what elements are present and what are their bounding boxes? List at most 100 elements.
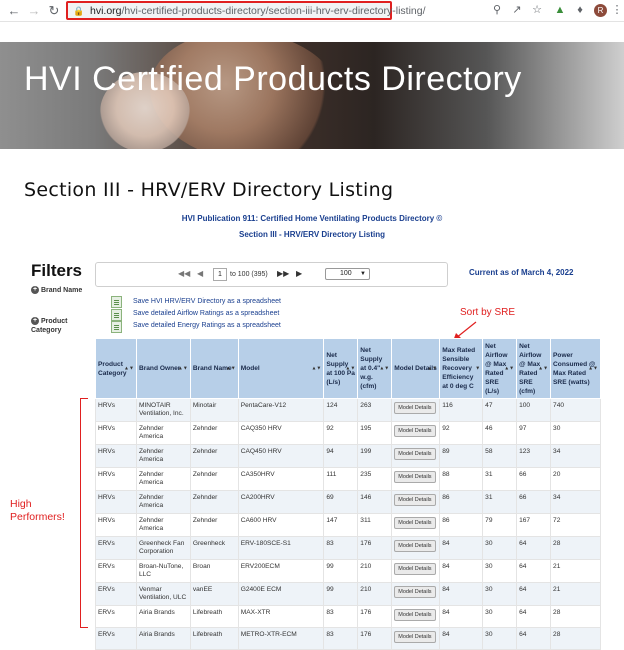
- page-size-select[interactable]: 100 ▼: [325, 268, 370, 280]
- model-details-button[interactable]: Model Details: [394, 563, 436, 575]
- table-cell: Zehnder: [189, 444, 239, 468]
- forward-icon[interactable]: →: [26, 3, 42, 19]
- table-cell: Greenheck: [189, 536, 239, 560]
- table-cell: ERVs: [95, 605, 137, 628]
- next-page-icon[interactable]: ▶▶: [277, 269, 289, 278]
- table-cell: 311: [357, 513, 393, 537]
- table-cell: ERV200ECM: [237, 559, 325, 583]
- col-header[interactable]: Net Airflow @ Max Rated SRE (L/s) ▲▼: [482, 338, 518, 399]
- back-icon[interactable]: ←: [6, 3, 22, 19]
- table-cell: 199: [357, 444, 393, 468]
- table-cell: HRVs: [95, 398, 137, 422]
- first-page-icon[interactable]: ◀◀: [178, 269, 190, 278]
- table-cell: 210: [357, 559, 393, 583]
- table-cell: 28: [550, 605, 601, 628]
- download-energy-link[interactable]: Save detailed Energy Ratings as a spread…: [133, 322, 281, 329]
- table-cell: ERVs: [95, 536, 137, 560]
- col-header[interactable]: Power Consumed @ Max Rated SRE (watts) ▲▼: [550, 338, 601, 399]
- banner-title: HVI Certified Products Directory: [24, 60, 522, 98]
- table-cell: HRVs: [95, 421, 137, 445]
- model-details-cell: Model Details: [391, 490, 441, 514]
- table-cell: MAX-XTR: [237, 605, 325, 628]
- sort-icon: ▲▼: [379, 365, 390, 371]
- table-cell: vanEE: [189, 582, 239, 606]
- zoom-icon[interactable]: ⚲: [490, 3, 504, 17]
- table-cell: 111: [323, 467, 359, 491]
- page-number-input[interactable]: 1: [213, 268, 227, 281]
- model-details-cell: Model Details: [391, 421, 441, 445]
- browser-toolbar: ← → ↻ 🔒 hvi.org/hvi-certified-products-d…: [0, 0, 624, 22]
- share-icon[interactable]: ↗: [510, 3, 524, 17]
- table-cell: 34: [550, 444, 601, 468]
- table-cell: Venmar Ventilation, ULC: [135, 582, 191, 606]
- table-cell: Minotair: [189, 398, 239, 422]
- table-cell: 47: [482, 398, 518, 422]
- prev-page-icon[interactable]: ◀: [197, 269, 203, 278]
- expand-icon: +: [31, 317, 39, 326]
- address-bar[interactable]: 🔒 hvi.org/hvi-certified-products-directo…: [66, 1, 426, 20]
- table-cell: 20: [550, 467, 601, 491]
- table-cell: Zehnder America: [135, 490, 191, 514]
- page-range-text: to 100 (395): [230, 271, 268, 278]
- col-header[interactable]: Model ▲▼: [237, 338, 325, 399]
- model-details-button[interactable]: Model Details: [394, 494, 436, 506]
- model-details-cell: Model Details: [391, 513, 441, 537]
- model-details-button[interactable]: Model Details: [394, 425, 436, 437]
- table-cell: 86: [439, 513, 484, 537]
- last-page-icon[interactable]: ▶: [296, 269, 302, 278]
- high-performers-annotation: High Performers!: [10, 498, 65, 523]
- filters-heading: Filters: [31, 261, 83, 280]
- table-cell: 64: [516, 536, 552, 560]
- sort-icon: ▼: [475, 365, 481, 371]
- col-header[interactable]: Product Category ▲▼: [95, 338, 137, 399]
- table-cell: Lifebreath: [189, 627, 239, 650]
- extensions-icon[interactable]: ♦: [573, 3, 587, 17]
- sort-by-sre-annotation: Sort by SRE: [460, 307, 516, 318]
- high-performers-bracket: [80, 398, 88, 628]
- table-cell: 84: [439, 582, 484, 606]
- table-cell: ERV-180SCE-S1: [237, 536, 325, 560]
- download-directory-link[interactable]: Save HVI HRV/ERV Directory as a spreadsh…: [133, 298, 281, 305]
- table-cell: 89: [439, 444, 484, 468]
- table-cell: 146: [357, 490, 393, 514]
- table-cell: 176: [357, 627, 393, 650]
- model-details-button[interactable]: Model Details: [394, 471, 436, 483]
- table-cell: 167: [516, 513, 552, 537]
- model-details-button[interactable]: Model Details: [394, 448, 436, 460]
- publication-link[interactable]: HVI Publication 911: Certified Home Vent…: [0, 214, 624, 223]
- download-airflow-link[interactable]: Save detailed Airflow Ratings as a sprea…: [133, 310, 279, 317]
- model-details-button[interactable]: Model Details: [394, 540, 436, 552]
- sort-icon: ▲▼: [225, 365, 236, 371]
- table-row: HRVs Zehnder America Zehnder CA600 HRV 147 31…: [95, 513, 601, 537]
- table-cell: Zehnder: [189, 513, 239, 537]
- filter-brand-name[interactable]: + Brand Name: [31, 286, 82, 294]
- col-header[interactable]: Brand Name ▲▼: [189, 338, 239, 399]
- table-cell: 263: [357, 398, 393, 422]
- col-header[interactable]: Net Supply at 0.4" w.g. (cfm) ▲▼: [357, 338, 393, 399]
- drive-icon[interactable]: ▲: [553, 3, 567, 17]
- model-details-button[interactable]: Model Details: [394, 631, 436, 643]
- model-details-button[interactable]: Model Details: [394, 609, 436, 621]
- model-details-button[interactable]: Model Details: [394, 402, 436, 414]
- col-header[interactable]: Net Supply at 100 Pa (L/s) ▲▼: [323, 338, 359, 399]
- col-header[interactable]: Model Details ▲▼: [391, 338, 441, 399]
- filter-product-category[interactable]: + Product Category: [31, 317, 89, 335]
- table-cell: 740: [550, 398, 601, 422]
- model-details-button[interactable]: Model Details: [394, 586, 436, 598]
- avatar[interactable]: R: [594, 4, 607, 17]
- col-header[interactable]: Brand Owner ▲▼: [135, 338, 191, 399]
- table-cell: 30: [482, 605, 518, 628]
- reload-icon[interactable]: ↻: [46, 3, 62, 19]
- spreadsheet-icon: [111, 309, 122, 321]
- col-header[interactable]: Net Airflow @ Max Rated SRE (cfm) ▲▼: [516, 338, 552, 399]
- col-header[interactable]: Max Rated Sensible Recovery Efficiency a…: [439, 338, 484, 399]
- table-cell: Zehnder America: [135, 444, 191, 468]
- model-details-cell: Model Details: [391, 467, 441, 491]
- model-details-button[interactable]: Model Details: [394, 517, 436, 529]
- table-cell: 116: [439, 398, 484, 422]
- table-cell: Broan-NuTone, LLC: [135, 559, 191, 583]
- section-link[interactable]: Section III - HRV/ERV Directory Listing: [0, 230, 624, 239]
- table-cell: MINOTAIR Ventilation, Inc.: [135, 398, 191, 422]
- bookmark-star-icon[interactable]: ☆: [530, 3, 544, 17]
- menu-icon[interactable]: ⋮: [610, 3, 624, 17]
